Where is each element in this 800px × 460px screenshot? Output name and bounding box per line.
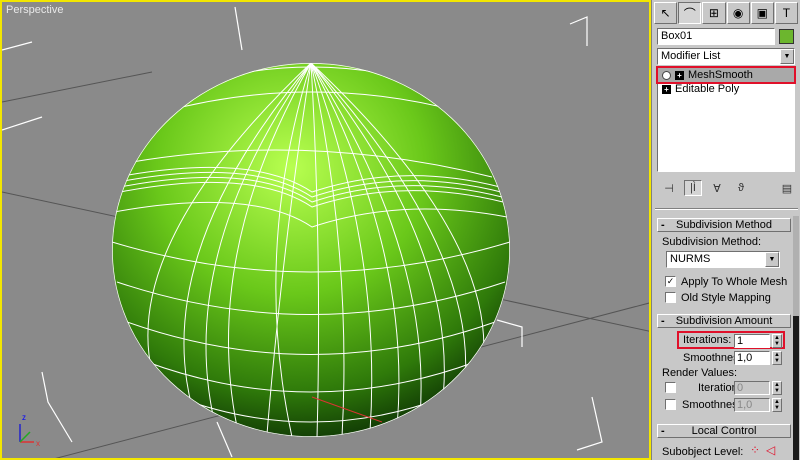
stack-toolbar: ⊣ |Ì ∀ ϑ ▤: [660, 180, 796, 196]
display-icon: ▣: [756, 6, 768, 20]
render-values-label: Render Values:: [662, 367, 738, 379]
iterations-spinner[interactable]: 1 ▲ ▼: [734, 334, 782, 348]
modifier-stack[interactable]: + MeshSmooth + Editable Poly: [656, 66, 796, 172]
utilities-tab[interactable]: T: [774, 2, 799, 24]
panel-divider: [655, 208, 798, 210]
axis-gizmo: z x: [19, 413, 40, 448]
render-smoothness-checkbox[interactable]: [665, 399, 676, 410]
lightbulb-icon[interactable]: [662, 70, 671, 80]
local-control-rollout-header[interactable]: - Local Control: [657, 424, 791, 438]
stack-item-label: MeshSmooth: [688, 69, 753, 81]
iterations-label: Iterations:: [683, 334, 732, 346]
render-iterations-spinner[interactable]: 0 ▲ ▼: [734, 381, 782, 395]
apply-whole-mesh-label: Apply To Whole Mesh: [681, 276, 788, 288]
spinner-arrows-icon[interactable]: ▲ ▼: [772, 398, 782, 412]
show-end-result-icon[interactable]: |Ì: [684, 180, 702, 196]
modify-icon: ⌒: [683, 6, 696, 21]
modify-tab[interactable]: ⌒: [678, 2, 702, 24]
stack-item-label: Editable Poly: [675, 83, 740, 95]
iterations-field[interactable]: 1: [734, 334, 770, 348]
perspective-viewport[interactable]: z x Perspective: [0, 0, 651, 460]
rollout-title: Subdivision Amount: [675, 315, 773, 327]
apply-whole-mesh-checkbox[interactable]: ✓: [665, 276, 676, 287]
subdivision-amount-rollout-header[interactable]: - Subdivision Amount: [657, 314, 791, 328]
modifier-list-dropdown[interactable]: Modifier List ▼: [657, 48, 795, 65]
spinner-arrows-icon[interactable]: ▲ ▼: [772, 381, 782, 395]
sphere-mesh[interactable]: [112, 63, 510, 437]
remove-modifier-icon[interactable]: ϑ: [732, 180, 750, 196]
render-iterations-checkbox[interactable]: [665, 382, 676, 393]
render-smoothness-spinner[interactable]: 1,0 ▲ ▼: [734, 398, 782, 412]
expand-icon[interactable]: +: [675, 70, 684, 80]
hierarchy-icon: ⊞: [708, 6, 719, 20]
motion-tab[interactable]: ◉: [726, 2, 750, 24]
create-tab[interactable]: ↖: [654, 2, 678, 24]
collapse-icon: -: [661, 219, 665, 231]
create-icon: ↖: [660, 6, 671, 20]
subdivision-method-dropdown[interactable]: NURMS ▼: [666, 251, 780, 268]
svg-text:z: z: [22, 413, 26, 422]
spinner-arrows-icon[interactable]: ▲ ▼: [772, 334, 782, 348]
old-style-mapping-checkbox[interactable]: [665, 292, 676, 303]
command-panel-tabs: ↖ ⌒ ⊞ ◉ ▣ T: [652, 0, 800, 24]
expand-icon[interactable]: +: [662, 84, 671, 94]
edge-icon[interactable]: ◁: [766, 443, 775, 457]
chevron-down-icon: ▼: [765, 252, 779, 267]
render-smoothness-field[interactable]: 1,0: [734, 398, 770, 412]
svg-text:x: x: [36, 439, 40, 448]
rollout-title: Local Control: [691, 425, 757, 437]
subdivision-method-label: Subdivision Method:: [662, 236, 762, 248]
subdivision-method-rollout-header[interactable]: - Subdivision Method: [657, 218, 791, 232]
make-unique-icon[interactable]: ∀: [708, 180, 726, 196]
motion-icon: ◉: [732, 6, 744, 20]
display-tab[interactable]: ▣: [750, 2, 774, 24]
chevron-down-icon: ▼: [780, 49, 794, 64]
object-color-swatch[interactable]: [779, 29, 794, 44]
command-panel: ↖ ⌒ ⊞ ◉ ▣ T Box01 Modifier List ▼ + Mesh…: [651, 0, 800, 460]
collapse-icon: -: [661, 315, 665, 327]
smoothness-field[interactable]: 1,0: [734, 351, 770, 365]
spinner-arrows-icon[interactable]: ▲ ▼: [772, 351, 782, 365]
subobject-level-label: Subobject Level:: [662, 446, 744, 458]
configure-sets-icon[interactable]: ▤: [778, 180, 796, 196]
rollout-title: Subdivision Method: [675, 219, 772, 231]
stack-item-meshsmooth[interactable]: + MeshSmooth: [656, 66, 796, 84]
old-style-mapping-label: Old Style Mapping: [681, 292, 771, 304]
stack-item-editable-poly[interactable]: + Editable Poly: [658, 82, 794, 96]
collapse-icon: -: [661, 425, 665, 437]
viewport-label[interactable]: Perspective: [6, 4, 63, 16]
modifier-list-label: Modifier List: [661, 50, 721, 62]
render-iterations-field[interactable]: 0: [734, 381, 770, 395]
hierarchy-tab[interactable]: ⊞: [702, 2, 726, 24]
utilities-icon: T: [782, 6, 791, 20]
object-name-row: Box01: [657, 28, 794, 45]
vertex-icon[interactable]: ⁘: [750, 443, 760, 457]
smoothness-spinner[interactable]: 1,0 ▲ ▼: [734, 351, 782, 365]
object-name-field[interactable]: Box01: [657, 28, 775, 45]
pin-stack-icon[interactable]: ⊣: [660, 180, 678, 196]
panel-scrollbar-thumb[interactable]: [793, 316, 799, 460]
viewport-scene: z x: [2, 6, 649, 458]
subdivision-method-value: NURMS: [670, 253, 711, 265]
